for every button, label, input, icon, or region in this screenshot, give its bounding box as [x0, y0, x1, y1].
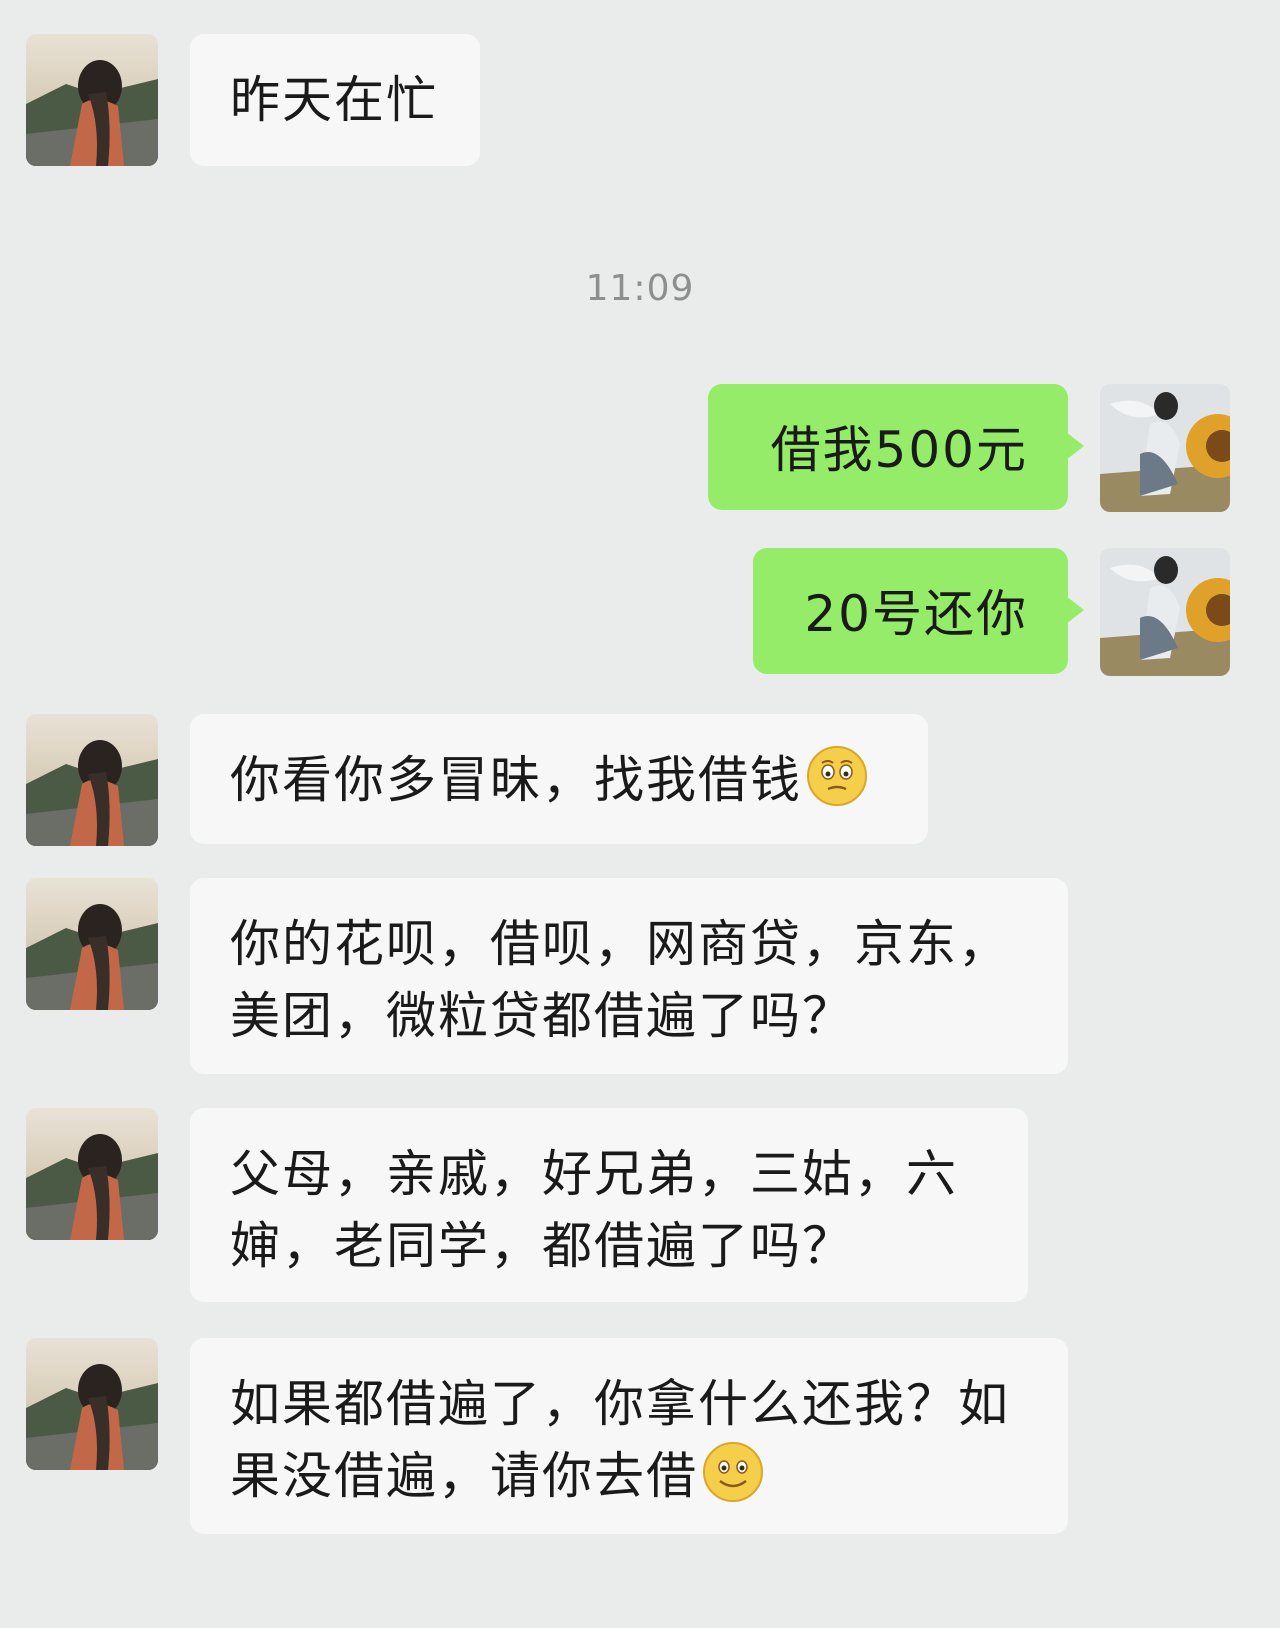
timestamp: 11:09: [585, 268, 695, 309]
user-avatar[interactable]: [1100, 548, 1230, 676]
incoming-message-bubble[interactable]: 昨天在忙: [190, 34, 480, 166]
message-text-line: 你的花呗，借呗，网商贷，京东，: [230, 915, 1010, 973]
message-text-line: 婶，老同学，都借遍了吗？: [230, 1217, 854, 1275]
contact-avatar[interactable]: [26, 1108, 158, 1240]
incoming-message-bubble[interactable]: 父母，亲戚，好兄弟，三姑，六 婶，老同学，都借遍了吗？: [190, 1108, 1028, 1302]
message-text-line: 父母，亲戚，好兄弟，三姑，六: [230, 1145, 958, 1203]
contact-avatar-image: [26, 714, 158, 846]
smile-face-icon: [703, 1442, 763, 1502]
user-avatar-image: [1100, 548, 1230, 676]
message-text-line: 如果都借遍了，你拿什么还我？如: [230, 1375, 1010, 1433]
message-text: 20号还你: [804, 585, 1028, 643]
user-avatar[interactable]: [1100, 384, 1230, 512]
incoming-message-bubble[interactable]: 如果都借遍了，你拿什么还我？如 果没借遍，请你去借: [190, 1338, 1068, 1534]
contact-avatar-image: [26, 34, 158, 166]
chat-window: 昨天在忙 11:09 借我500元 20号还你 你看你多冒昧，找我借钱 你的花呗…: [0, 0, 1280, 1628]
outgoing-message-bubble[interactable]: 20号还你: [753, 548, 1084, 674]
contact-avatar-image: [26, 1108, 158, 1240]
awkward-face-icon: [807, 746, 867, 806]
message-text: 果没借遍，请你去借: [230, 1447, 698, 1505]
message-text: 借我500元: [770, 421, 1028, 479]
contact-avatar-image: [26, 1338, 158, 1470]
contact-avatar[interactable]: [26, 34, 158, 166]
user-avatar-image: [1100, 384, 1230, 512]
message-text: 你看你多冒昧，找我借钱: [230, 751, 802, 809]
contact-avatar[interactable]: [26, 714, 158, 846]
contact-avatar[interactable]: [26, 878, 158, 1010]
message-text: 昨天在忙: [230, 71, 438, 129]
incoming-message-bubble[interactable]: 你的花呗，借呗，网商贷，京东， 美团，微粒贷都借遍了吗？: [190, 878, 1068, 1074]
outgoing-message-bubble[interactable]: 借我500元: [708, 384, 1084, 510]
message-text-line: 果没借遍，请你去借: [230, 1440, 1028, 1512]
incoming-message-bubble[interactable]: 你看你多冒昧，找我借钱: [190, 714, 928, 844]
contact-avatar[interactable]: [26, 1338, 158, 1470]
contact-avatar-image: [26, 878, 158, 1010]
message-text-line: 美团，微粒贷都借遍了吗？: [230, 987, 854, 1045]
